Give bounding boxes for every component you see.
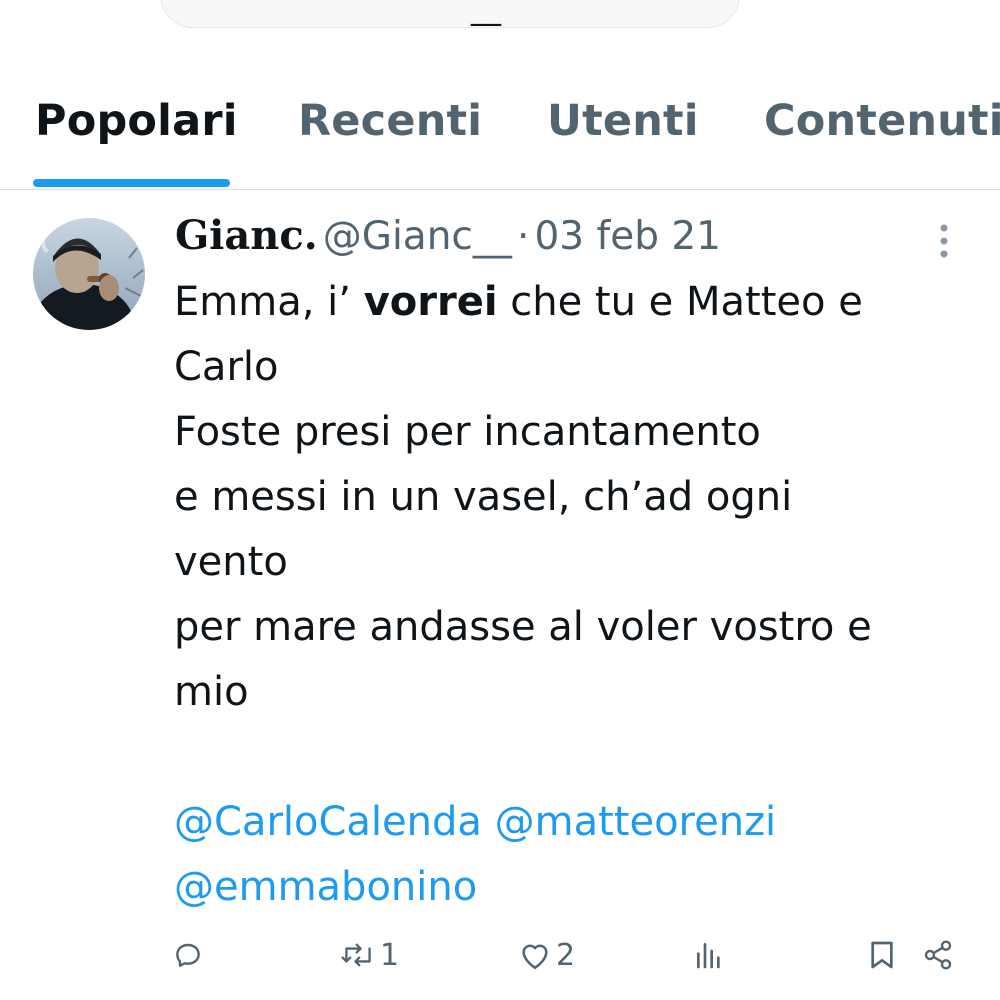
tweet-line: e messi in un vasel, ch’ad ogni bbox=[174, 474, 793, 520]
share-icon bbox=[922, 939, 954, 971]
more-vertical-icon[interactable] bbox=[930, 222, 958, 260]
views-icon bbox=[694, 939, 724, 971]
search-tabs: Popolari Recenti Utenti Contenuti bbox=[0, 86, 1000, 190]
like-button[interactable]: 2 bbox=[518, 930, 575, 980]
tweet-date[interactable]: 03 feb 21 bbox=[534, 214, 721, 259]
user-handle[interactable]: @Gianc__ bbox=[323, 214, 512, 259]
mention-link[interactable]: @emmabonino bbox=[174, 864, 477, 910]
reply-button[interactable] bbox=[172, 930, 208, 980]
tab-contenuti[interactable]: Contenuti bbox=[764, 96, 1000, 146]
avatar[interactable] bbox=[33, 218, 145, 330]
retweet-count: 1 bbox=[380, 937, 400, 973]
mentions-line: @emmabonino bbox=[174, 855, 964, 920]
tweet-actions: 1 2 bbox=[0, 930, 1000, 980]
tab-recenti[interactable]: Recenti bbox=[298, 96, 482, 146]
tweet-line: Carlo bbox=[174, 344, 279, 390]
tweet-text: Emma, i’ vorrei che tu e Matteo e Carlo … bbox=[174, 270, 964, 920]
mentions-line: @CarloCalenda @matteorenzi bbox=[174, 790, 964, 855]
share-button[interactable] bbox=[922, 930, 954, 980]
header-separator: · bbox=[516, 214, 530, 259]
bookmark-button[interactable] bbox=[868, 930, 896, 980]
retweet-icon bbox=[340, 939, 376, 971]
search-query: __ bbox=[471, 0, 501, 27]
tweet-line: per mare andasse al voler vostro e bbox=[174, 604, 872, 650]
like-count: 2 bbox=[556, 937, 576, 973]
active-tab-indicator bbox=[33, 179, 230, 187]
tweet-header: Gianc. @Gianc__ · 03 feb 21 bbox=[175, 212, 721, 262]
reply-icon bbox=[172, 939, 204, 971]
tweet-line: vento bbox=[174, 539, 288, 585]
retweet-button[interactable]: 1 bbox=[340, 930, 399, 980]
mention-link[interactable]: @CarloCalenda bbox=[174, 799, 482, 845]
tweet-line: Emma, i’ vorrei che tu e Matteo e bbox=[174, 279, 863, 325]
mention-link[interactable]: @matteorenzi bbox=[495, 799, 777, 845]
heart-icon bbox=[518, 939, 552, 971]
tab-utenti[interactable]: Utenti bbox=[547, 96, 699, 146]
display-name[interactable]: Gianc. bbox=[175, 212, 318, 259]
bold-highlight: vorrei bbox=[363, 279, 498, 325]
tab-popolari[interactable]: Popolari bbox=[35, 96, 238, 146]
tweet-line: mio bbox=[174, 669, 249, 715]
search-input[interactable]: __ bbox=[160, 0, 740, 28]
bookmark-icon bbox=[868, 939, 896, 971]
tweet-line: Foste presi per incantamento bbox=[174, 409, 761, 455]
views-button[interactable] bbox=[694, 930, 724, 980]
tabs-divider bbox=[0, 189, 1000, 190]
